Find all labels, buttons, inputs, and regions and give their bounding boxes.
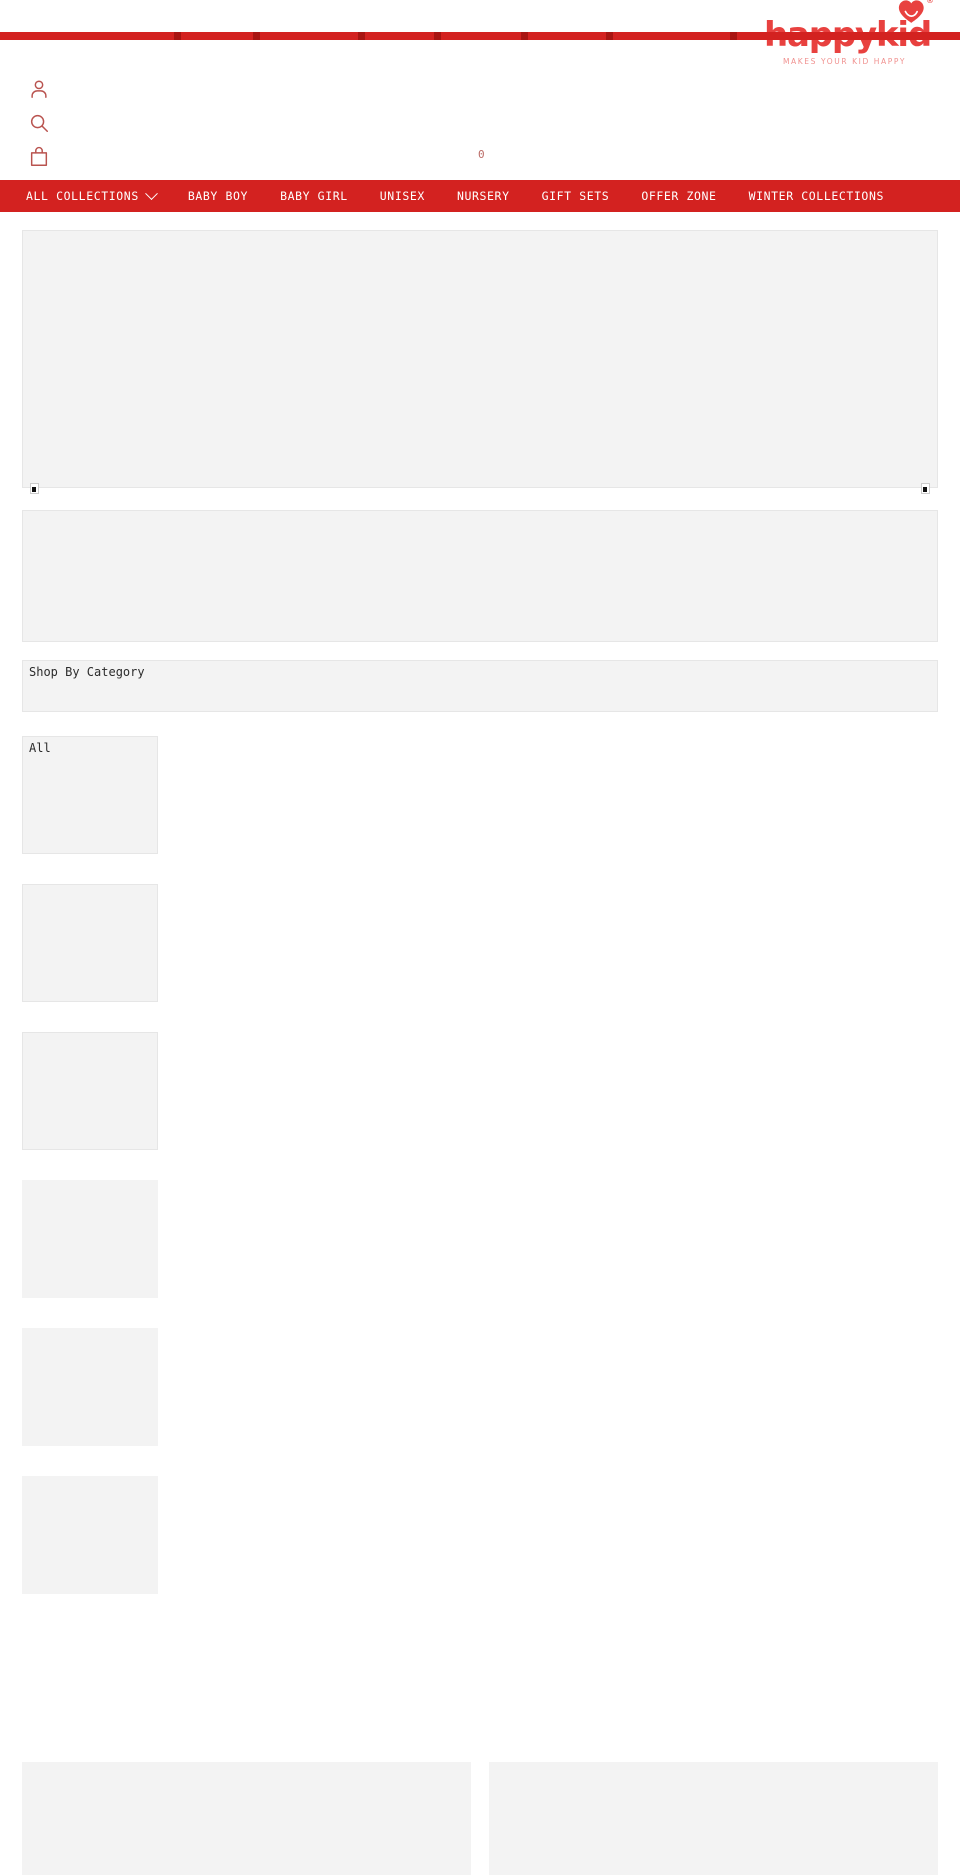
bottom-card[interactable] <box>489 1762 938 1875</box>
nav-label: BABY BOY <box>187 189 249 203</box>
promo-strip-placeholder[interactable] <box>22 510 938 642</box>
carousel-prev-arrow-icon[interactable] <box>30 483 39 494</box>
nav-tick <box>521 32 528 40</box>
cart-count-badge: 0 <box>478 148 485 161</box>
carousel-next-arrow-icon[interactable] <box>921 483 930 494</box>
category-item[interactable] <box>22 1328 158 1446</box>
header-icon-group <box>28 78 50 168</box>
shop-by-category-alt: Shop By Category <box>29 665 145 679</box>
nav-item-offer-zone[interactable]: OFFER ZONE <box>641 189 716 203</box>
category-list: All <box>22 736 158 1594</box>
site-logo[interactable]: happykid ® MAKES YOUR KID HAPPY <box>757 0 934 66</box>
nav-label: NURSERY <box>456 189 510 203</box>
nav-label: UNISEX <box>379 189 425 203</box>
page-content: Shop By Category All <box>0 230 960 1875</box>
hero-banner-placeholder[interactable] <box>22 230 938 488</box>
nav-label: BABY GIRL <box>280 189 348 203</box>
category-item[interactable] <box>22 1476 158 1594</box>
bottom-card-row <box>0 1762 960 1875</box>
nav-tick <box>253 32 260 40</box>
bottom-card[interactable] <box>22 1762 471 1875</box>
main-navigation: ALL COLLECTIONS BABY BOY BABY GIRL UNISE… <box>0 180 960 212</box>
registered-mark: ® <box>926 0 934 5</box>
heart-icon <box>896 0 926 26</box>
category-item[interactable] <box>22 1032 158 1150</box>
nav-item-nursery[interactable]: NURSERY <box>457 189 510 203</box>
nav-item-winter-collections[interactable]: WINTER COLLECTIONS <box>749 189 884 203</box>
chevron-down-icon <box>144 186 158 200</box>
nav-tick <box>730 32 737 40</box>
nav-tick <box>358 32 365 40</box>
nav-dropdown-indicators <box>0 32 960 40</box>
nav-item-all-collections[interactable]: ALL COLLECTIONS <box>26 186 158 203</box>
category-item-all[interactable]: All <box>22 736 158 854</box>
search-icon[interactable] <box>28 112 50 134</box>
nav-item-gift-sets[interactable]: GIFT SETS <box>542 189 610 203</box>
nav-label: OFFER ZONE <box>641 189 717 203</box>
nav-label: ALL COLLECTIONS <box>26 189 139 203</box>
nav-tick <box>606 32 613 40</box>
nav-item-baby-girl[interactable]: BABY GIRL <box>280 189 348 203</box>
nav-item-unisex[interactable]: UNISEX <box>380 189 425 203</box>
nav-tick <box>174 32 181 40</box>
category-item[interactable] <box>22 884 158 1002</box>
site-header: 0 happykid ® MAKES YOUR KID HAPPY <box>0 0 960 180</box>
category-item[interactable] <box>22 1180 158 1298</box>
nav-label: WINTER COLLECTIONS <box>748 189 885 203</box>
category-alt: All <box>29 741 51 755</box>
nav-tick <box>434 32 441 40</box>
nav-label: GIFT SETS <box>541 189 610 203</box>
shop-by-category-banner[interactable]: Shop By Category <box>22 660 938 712</box>
account-icon[interactable] <box>28 78 50 100</box>
cart-icon[interactable] <box>28 146 50 168</box>
nav-item-baby-boy[interactable]: BABY BOY <box>188 189 248 203</box>
logo-tagline: MAKES YOUR KID HAPPY <box>782 57 907 66</box>
